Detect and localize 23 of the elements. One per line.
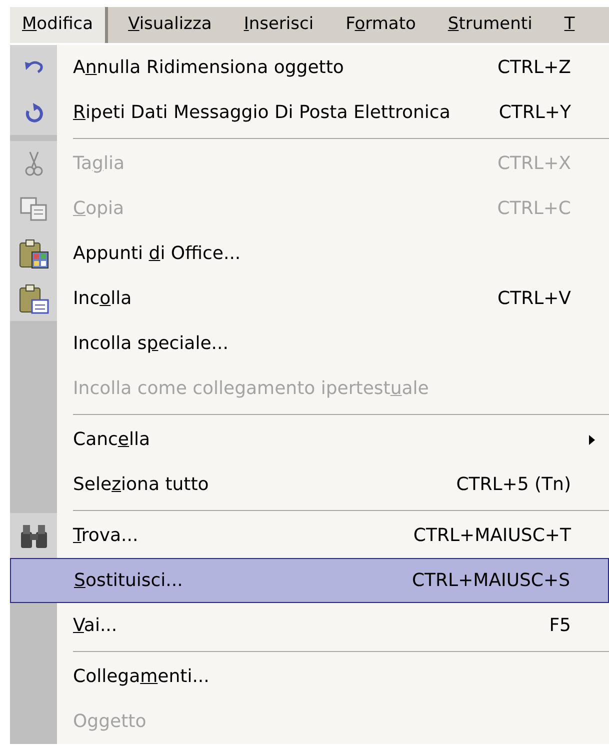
menu-item[interactable]: Ripeti Dati Messaggio Di Posta Elettronica CTRL+Y — [10, 90, 609, 135]
menu-tab[interactable]: Visualizza — [116, 7, 224, 43]
menu-tab[interactable]: Formato — [334, 7, 428, 43]
copy-icon — [18, 196, 48, 222]
menu-item[interactable]: Annulla Ridimensiona oggetto CTRL+Z — [10, 45, 609, 90]
menu-tab[interactable]: Strumenti — [436, 7, 544, 43]
menu-item[interactable]: Sostituisci... CTRL+MAIUSC+S — [10, 558, 609, 603]
menu-item[interactable]: Collegamenti... — [10, 654, 609, 699]
menu-item[interactable]: Incolla CTRL+V — [10, 276, 609, 321]
menu-item[interactable]: Trova... CTRL+MAIUSC+T — [10, 513, 609, 558]
clipboard-icon — [18, 238, 50, 270]
menu-item[interactable]: Incolla speciale... — [10, 321, 609, 366]
paste-icon — [18, 282, 50, 314]
menu-tab[interactable]: T — [552, 7, 587, 43]
undo-icon — [22, 60, 44, 76]
menu-tab[interactable]: Modifica — [10, 7, 108, 43]
menu-tab[interactable]: Inserisci — [232, 7, 326, 43]
binoculars-icon — [18, 522, 48, 548]
menu-item[interactable]: Appunti di Office... — [10, 231, 609, 276]
menu-item[interactable]: Seleziona tutto CTRL+5 (Tn) — [10, 462, 609, 507]
menu-item[interactable]: Vai... F5 — [10, 603, 609, 648]
menu-item[interactable]: Cancella — [10, 417, 609, 462]
scissors-icon — [24, 150, 42, 176]
